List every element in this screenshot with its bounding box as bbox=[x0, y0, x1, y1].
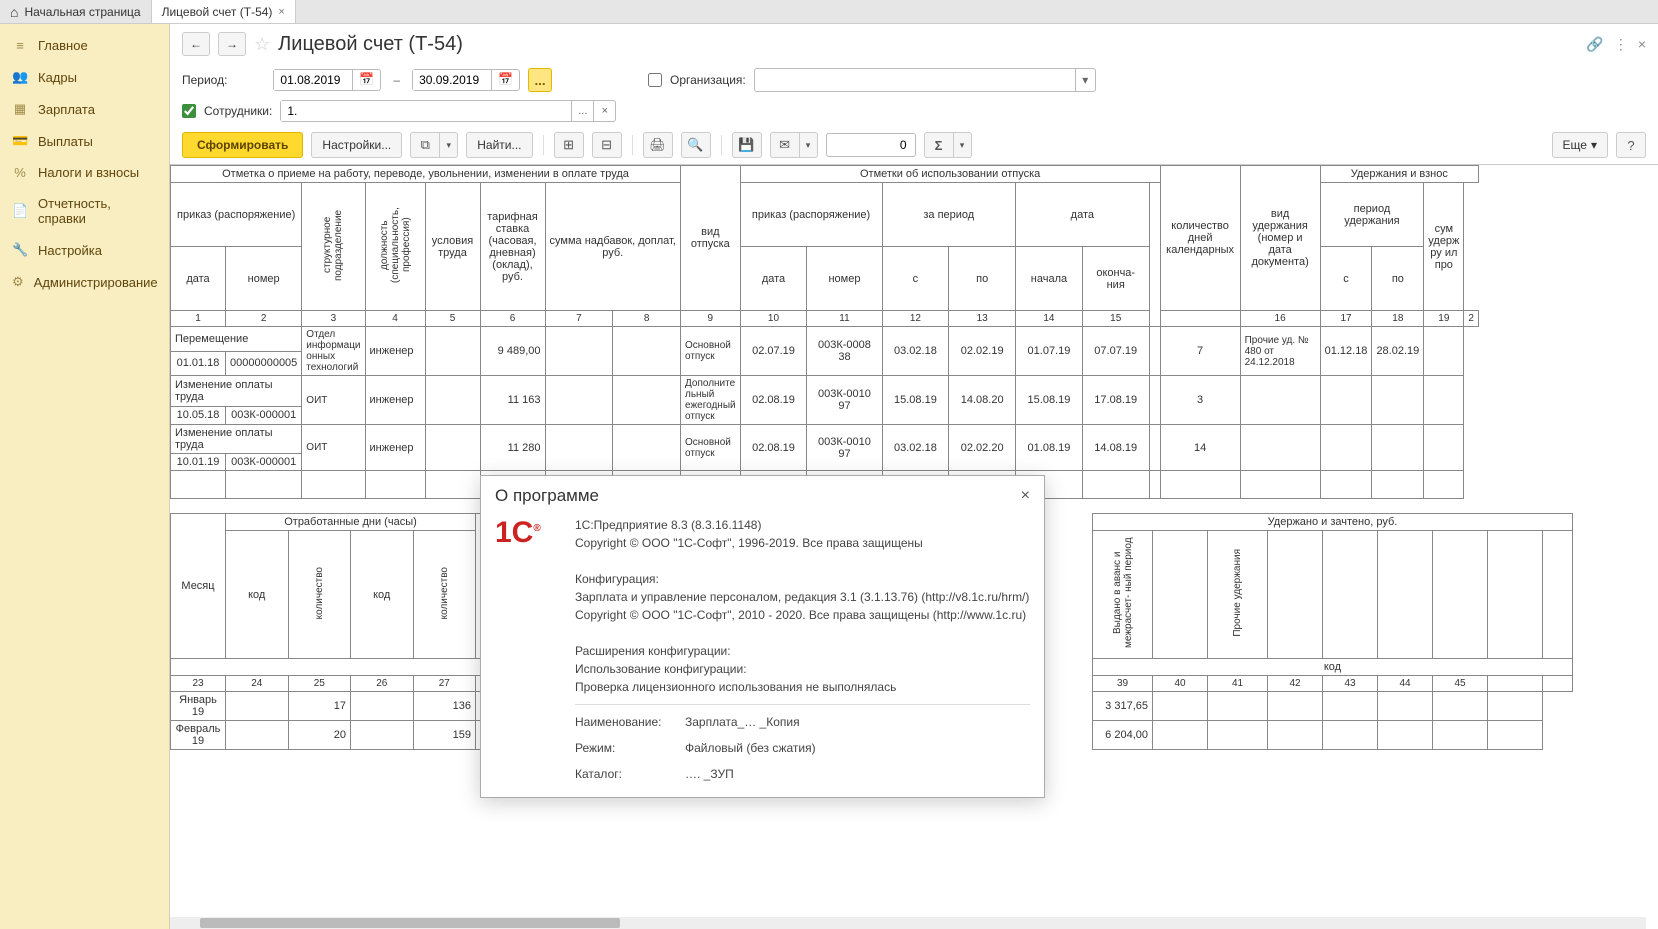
mail-dd[interactable]: ▾ bbox=[800, 132, 818, 158]
sidebar-item-nastroika[interactable]: 🔧Настройка bbox=[0, 234, 169, 266]
forward-button[interactable]: → bbox=[218, 32, 246, 56]
org-label: Организация: bbox=[670, 73, 746, 87]
org-checkbox[interactable] bbox=[648, 73, 662, 87]
org-input[interactable]: ▾ bbox=[754, 68, 1096, 92]
star-icon[interactable]: ☆ bbox=[254, 34, 270, 55]
period-picker-button[interactable]: ... bbox=[528, 68, 552, 92]
nav-sidebar: ≡Главное 👥Кадры ▦Зарплата 💳Выплаты %Нало… bbox=[0, 24, 170, 929]
sigma-button[interactable]: Σ bbox=[924, 132, 954, 158]
report-table-1: Отметка о приеме на работу, переводе, ув… bbox=[170, 165, 1479, 499]
employees-label: Сотрудники: bbox=[204, 104, 272, 118]
date-from-input[interactable]: 📅 bbox=[273, 69, 381, 91]
about-dialog: О программе × 1C® 1С:Предприятие 8.3 (8.… bbox=[480, 475, 1045, 798]
document-icon: 📄 bbox=[12, 203, 28, 219]
percent-icon: % bbox=[12, 165, 28, 180]
horizontal-scrollbar[interactable] bbox=[170, 917, 1646, 929]
home-icon bbox=[10, 4, 18, 20]
sidebar-item-nalogi[interactable]: %Налоги и взносы bbox=[0, 157, 169, 188]
sidebar-item-kadry[interactable]: 👥Кадры bbox=[0, 61, 169, 93]
tab-home[interactable]: Начальная страница bbox=[0, 0, 152, 23]
close-icon[interactable]: × bbox=[278, 6, 284, 18]
card-icon: 💳 bbox=[12, 133, 28, 149]
sidebar-item-main[interactable]: ≡Главное bbox=[0, 30, 169, 61]
layout-dd[interactable]: ▾ bbox=[440, 132, 458, 158]
save-button[interactable]: 💾 bbox=[732, 132, 762, 158]
about-title: О программе bbox=[495, 486, 599, 506]
logo-1c: 1C® bbox=[495, 516, 555, 783]
expand-button[interactable]: ⊞ bbox=[554, 132, 584, 158]
page-title: Лицевой счет (Т-54) bbox=[278, 33, 463, 56]
more-icon[interactable]: ⋮ bbox=[1614, 36, 1628, 53]
clear-icon[interactable]: × bbox=[593, 101, 615, 121]
about-close-icon[interactable]: × bbox=[1021, 487, 1030, 505]
calendar-icon[interactable]: 📅 bbox=[491, 70, 519, 90]
chevron-down-icon[interactable]: ▾ bbox=[1075, 69, 1095, 91]
employees-input: ...× bbox=[280, 100, 616, 122]
grid-icon: ▦ bbox=[12, 101, 28, 117]
find-button[interactable]: Найти... bbox=[466, 132, 532, 158]
help-button[interactable]: ? bbox=[1616, 132, 1646, 158]
layout-button[interactable]: ⧉ bbox=[410, 132, 440, 158]
preview-button[interactable]: 🔍 bbox=[681, 132, 711, 158]
form-button[interactable]: Сформировать bbox=[182, 132, 303, 158]
print-button[interactable]: 🖨 bbox=[643, 132, 673, 158]
employees-checkbox[interactable] bbox=[182, 104, 196, 118]
mail-button[interactable]: ✉ bbox=[770, 132, 800, 158]
sidebar-item-vyplaty[interactable]: 💳Выплаты bbox=[0, 125, 169, 157]
tab-document[interactable]: Лицевой счет (Т-54)× bbox=[152, 0, 296, 23]
number-field[interactable] bbox=[826, 133, 916, 157]
link-icon[interactable]: 🔗 bbox=[1586, 36, 1603, 53]
sidebar-item-admin[interactable]: ⚙Администрирование bbox=[0, 266, 169, 298]
sidebar-item-otchet[interactable]: 📄Отчетность, справки bbox=[0, 188, 169, 234]
ellipsis-icon[interactable]: ... bbox=[571, 101, 593, 121]
close-page-icon[interactable]: × bbox=[1638, 36, 1646, 52]
sidebar-item-zarplata[interactable]: ▦Зарплата bbox=[0, 93, 169, 125]
people-icon: 👥 bbox=[12, 69, 28, 85]
sigma-dd[interactable]: ▾ bbox=[954, 132, 972, 158]
wrench-icon: 🔧 bbox=[12, 242, 28, 258]
calendar-icon[interactable]: 📅 bbox=[352, 70, 380, 90]
back-button[interactable]: ← bbox=[182, 32, 210, 56]
date-to-input[interactable]: 📅 bbox=[412, 69, 520, 91]
menu-icon: ≡ bbox=[12, 38, 28, 53]
gear-icon: ⚙ bbox=[12, 274, 24, 290]
more-button[interactable]: Еще ▾ bbox=[1552, 132, 1608, 158]
settings-button[interactable]: Настройки... bbox=[311, 132, 402, 158]
period-label: Период: bbox=[182, 73, 227, 87]
collapse-button[interactable]: ⊟ bbox=[592, 132, 622, 158]
